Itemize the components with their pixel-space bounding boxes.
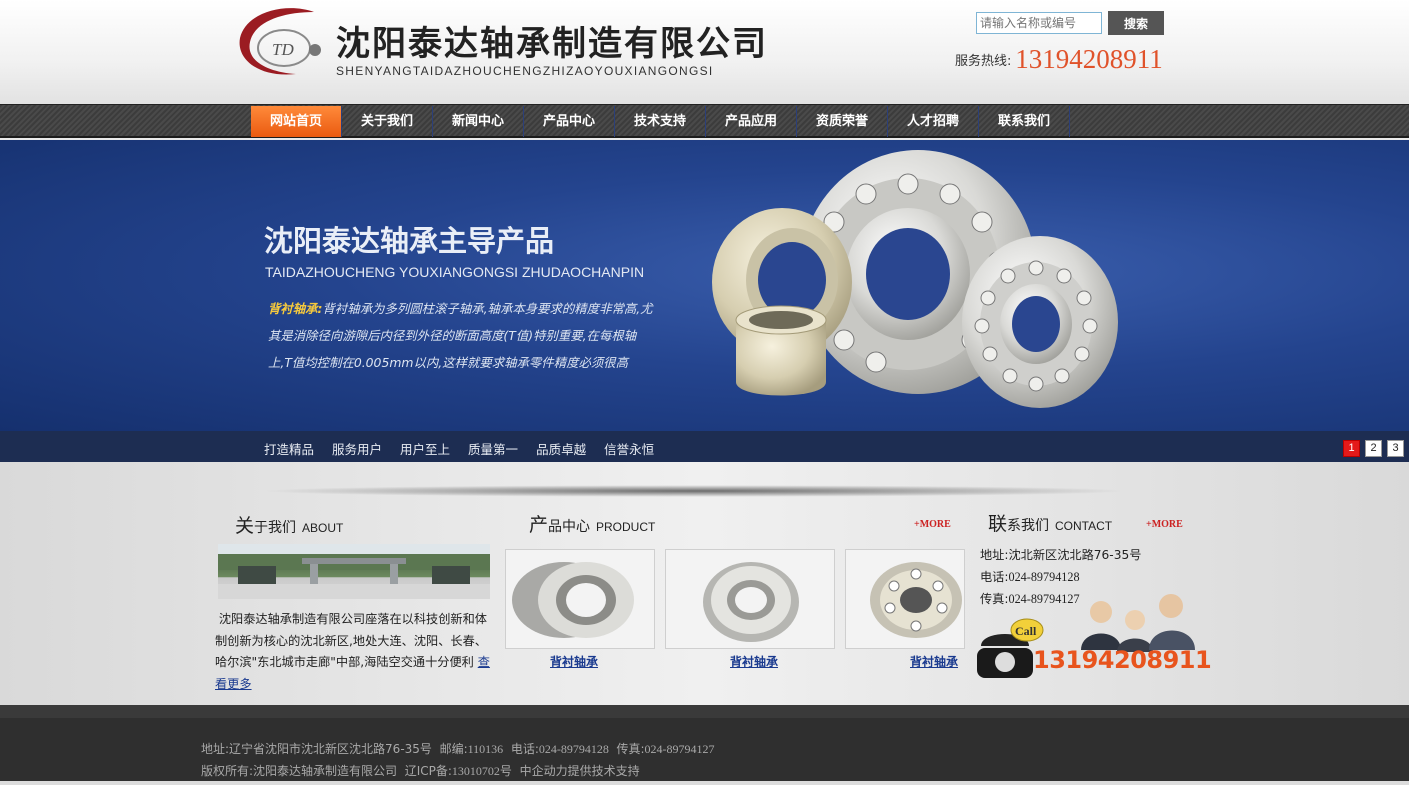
footer-zip-label: 邮编: — [439, 742, 468, 756]
content-area: 关于我们 ABOUT 沈阳泰达轴承制造有限公司座落在以科技创新和体制创新为核心的沈… — [0, 462, 1409, 705]
contact-phone-value: 024-89794128 — [1008, 570, 1080, 584]
company-building-photo[interactable] — [218, 544, 490, 599]
site-header: TD 沈阳泰达轴承制造有限公司 SHENYANGTAIDAZHOUCHENGZH… — [0, 0, 1409, 104]
footer-line-2: 版权所有:沈阳泰达轴承制造有限公司 辽ICP备:13010702号 中企动力提供… — [201, 762, 640, 779]
product-thumb-2[interactable] — [665, 549, 835, 649]
about-title-cn: 于我们 — [254, 520, 297, 536]
product-name-3[interactable]: 背衬轴承 — [910, 653, 958, 670]
footer-address: 辽宁省沈阳市沈北新区沈北路76-35号 — [229, 742, 432, 756]
nav-item-contact[interactable]: 联系我们 — [979, 106, 1070, 137]
slogan: 打造精品 — [264, 442, 315, 457]
footer-address-label: 地址: — [201, 742, 230, 756]
footer-zip: 110136 — [467, 742, 504, 756]
hotline: 服务热线: 13194208911 — [955, 44, 1163, 75]
footer-copyright: 沈阳泰达轴承制造有限公司 — [253, 764, 398, 778]
slide-pager-button-3[interactable]: 3 — [1387, 440, 1404, 457]
company-name-en: SHENYANGTAIDAZHOUCHENGZHIZAOYOUXIANGONGS… — [336, 64, 714, 78]
nav-item-products[interactable]: 产品中心 — [524, 106, 615, 137]
about-title-initial: 关 — [235, 515, 255, 537]
nav-items: 网站首页 关于我们 新闻中心 产品中心 技术支持 产品应用 资质荣誉 人才招聘 … — [251, 106, 1070, 137]
nav-item-news[interactable]: 新闻中心 — [433, 106, 524, 137]
about-title-en: ABOUT — [302, 521, 344, 535]
contact-title-en: CONTACT — [1055, 519, 1113, 533]
product-name-2[interactable]: 背衬轴承 — [730, 653, 778, 670]
main-nav: 网站首页 关于我们 新闻中心 产品中心 技术支持 产品应用 资质荣誉 人才招聘 … — [0, 104, 1409, 138]
about-text: 沈阳泰达轴承制造有限公司座落在以科技创新和体制创新为核心的沈北新区,地处大连、沈… — [215, 612, 487, 669]
slide-pager-button-2[interactable]: 2 — [1365, 440, 1382, 457]
site-footer: 地址:辽宁省沈阳市沈北新区沈北路76-35号 邮编:110136 电话:024-… — [0, 705, 1409, 785]
call-bubble-text: Call — [1015, 624, 1037, 638]
slide-pager-button-1[interactable]: 1 — [1343, 440, 1360, 457]
slogan: 服务用户 — [332, 442, 383, 457]
banner-title: 沈阳泰达轴承主导产品 — [264, 224, 555, 258]
products-section-title: 产品中心 PRODUCT — [529, 510, 655, 537]
products-more-link[interactable]: +MORE — [914, 519, 951, 530]
section-divider — [260, 485, 1130, 497]
contact-title-cn: 系我们 — [1007, 518, 1050, 534]
banner-slogans: 打造精品 服务用户 用户至上 质量第一 品质卓越 信誉永恒 — [264, 439, 672, 458]
company-logo[interactable]: TD — [236, 4, 328, 78]
product-thumb-3[interactable] — [845, 549, 965, 649]
contact-title-initial: 联 — [988, 513, 1008, 535]
hero-banner[interactable]: 沈阳泰达轴承主导产品 TAIDAZHOUCHENG YOUXIANGONGSI … — [0, 140, 1409, 432]
banner-subtitle: TAIDAZHOUCHENG YOUXIANGONGSI ZHUDAOCHANP… — [265, 264, 645, 280]
products-title-en: PRODUCT — [596, 520, 656, 534]
nav-item-home[interactable]: 网站首页 — [251, 106, 342, 137]
slide-pager: 1 2 3 — [1343, 440, 1404, 457]
contact-section-title: 联系我们 CONTACT — [988, 509, 1112, 536]
banner-description: 背衬轴承:背衬轴承为多列圆柱滚子轴承,轴承本身要求的精度非常高,尤其是消除径向游… — [268, 295, 658, 376]
footer-tech-support[interactable]: 中企动力提供技术支持 — [520, 764, 640, 778]
contact-more-link[interactable]: +MORE — [1146, 519, 1183, 530]
slogan: 质量第一 — [468, 442, 519, 457]
search-button[interactable]: 搜索 — [1108, 11, 1164, 35]
slogan: 信誉永恒 — [604, 442, 655, 457]
nav-item-honors[interactable]: 资质荣誉 — [797, 106, 888, 137]
contact-address-value: 沈北新区沈北路76-35号 — [1008, 548, 1142, 562]
bearing-product-image — [712, 150, 1118, 408]
contact-phone: 电话:024-89794128 — [980, 567, 1080, 585]
banner-desc-highlight: 背衬轴承: — [268, 301, 323, 316]
products-title-initial: 产 — [529, 514, 549, 536]
footer-fax: 024-89794127 — [644, 742, 715, 756]
nav-item-careers[interactable]: 人才招聘 — [888, 106, 979, 137]
contact-address-label: 地址: — [980, 548, 1009, 562]
company-name-cn: 沈阳泰达轴承制造有限公司 — [336, 24, 768, 64]
footer-icp-label: 辽ICP备: — [404, 764, 452, 778]
footer-icp[interactable]: 13010702号 — [452, 764, 512, 778]
footer-line-1: 地址:辽宁省沈阳市沈北新区沈北路76-35号 邮编:110136 电话:024-… — [201, 740, 715, 757]
nav-item-about[interactable]: 关于我们 — [342, 106, 433, 137]
footer-phone: 024-89794128 — [538, 742, 609, 756]
hotline-number: 13194208911 — [1015, 44, 1163, 74]
about-intro: 沈阳泰达轴承制造有限公司座落在以科技创新和体制创新为核心的沈北新区,地处大连、沈… — [215, 609, 497, 695]
products-title-cn: 品中心 — [548, 519, 591, 535]
contact-phone-label: 电话: — [980, 570, 1009, 584]
nav-item-support[interactable]: 技术支持 — [615, 106, 706, 137]
contact-address: 地址:沈北新区沈北路76-35号 — [980, 545, 1141, 563]
slogan: 品质卓越 — [536, 442, 587, 457]
contact-big-number: 13194208911 — [1033, 646, 1212, 674]
footer-phone-label: 电话: — [510, 742, 539, 756]
logo-text: TD — [272, 40, 294, 59]
product-name-1[interactable]: 背衬轴承 — [550, 653, 598, 670]
hotline-label: 服务热线: — [955, 54, 1012, 69]
footer-fax-label: 传真: — [616, 742, 645, 756]
nav-item-applications[interactable]: 产品应用 — [706, 106, 797, 137]
slogan: 用户至上 — [400, 442, 451, 457]
product-thumb-1[interactable] — [505, 549, 655, 649]
about-section-title: 关于我们 ABOUT — [235, 511, 343, 538]
banner-desc-text: 背衬轴承为多列圆柱滚子轴承,轴承本身要求的精度非常高,尤其是消除径向游隙后内径到… — [268, 301, 653, 370]
footer-copyright-label: 版权所有: — [201, 764, 254, 778]
banner-caption-bar: 打造精品 服务用户 用户至上 质量第一 品质卓越 信誉永恒 1 2 3 — [0, 431, 1409, 462]
browser-bottom-strip — [0, 781, 1409, 785]
search-input[interactable] — [976, 12, 1102, 34]
